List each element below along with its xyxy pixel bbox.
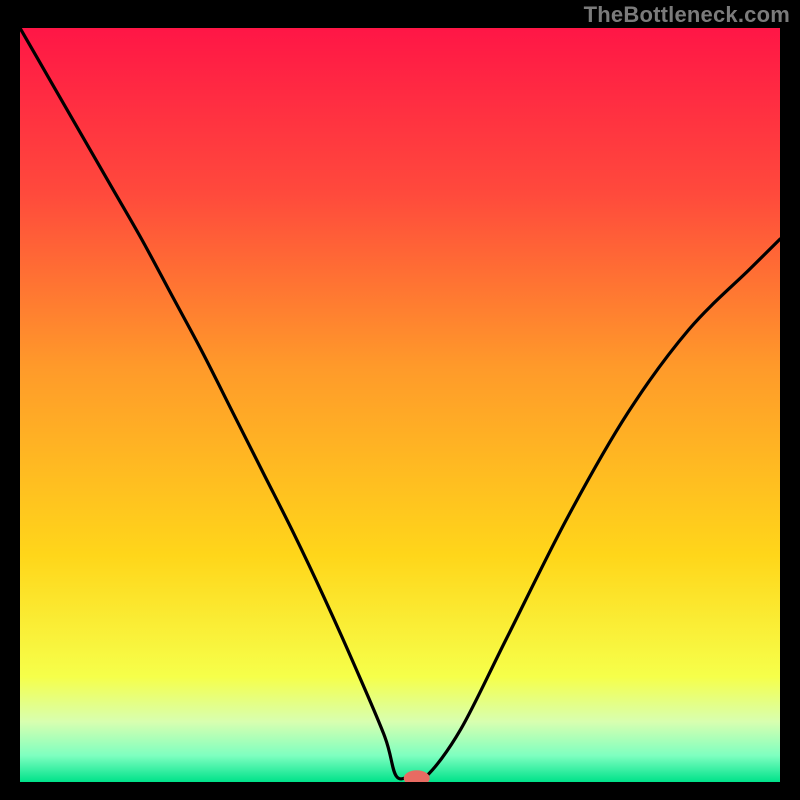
chart-container: TheBottleneck.com: [0, 0, 800, 800]
chart-svg: [20, 28, 780, 782]
plot-area: [20, 28, 780, 782]
chart-background: [20, 28, 780, 782]
watermark-text: TheBottleneck.com: [584, 2, 790, 28]
